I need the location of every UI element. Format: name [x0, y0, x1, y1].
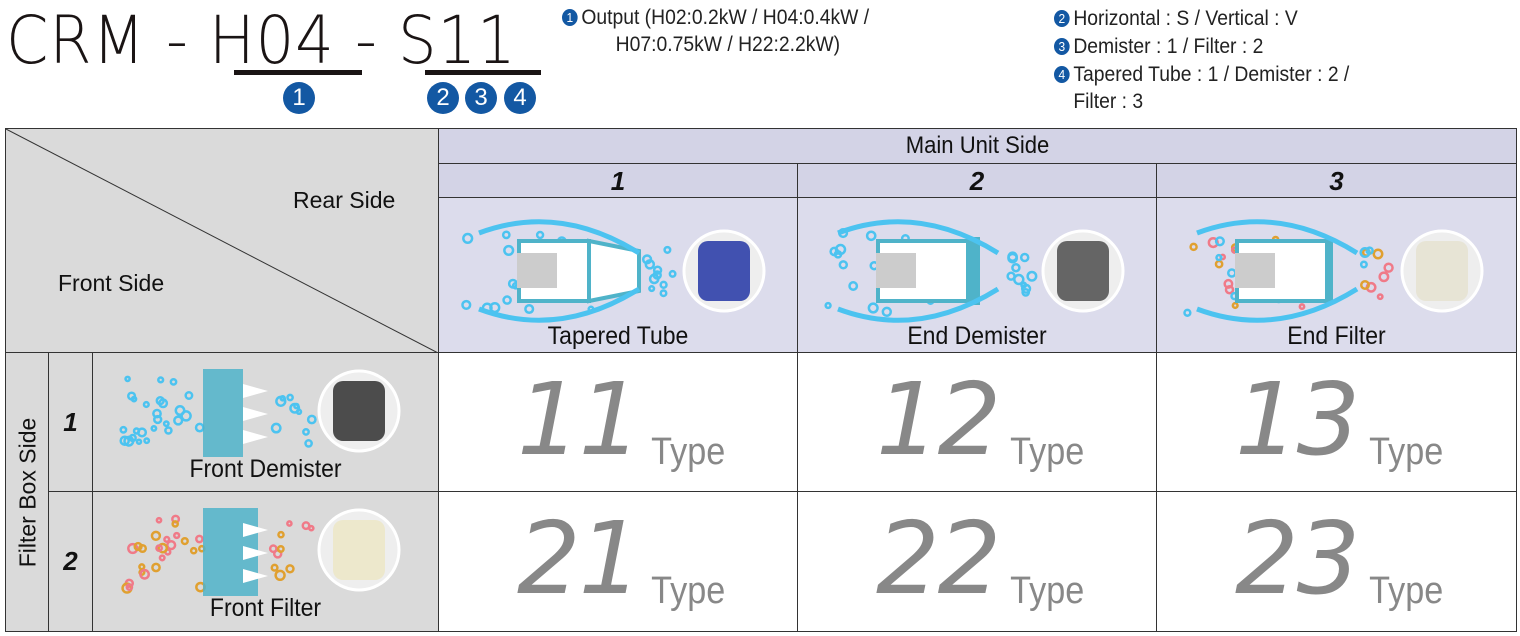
main-unit-col-2-number: 2	[797, 163, 1157, 198]
filter-box-row-1-illustration: Front Demister	[92, 352, 439, 492]
filter-box-row-2-number: 2	[48, 491, 93, 632]
corner-cell: Rear Side Front Side	[5, 128, 440, 354]
type-number: 12	[876, 361, 1001, 478]
badge-2: 2	[427, 82, 459, 114]
type-cell-22: 22 Type	[797, 491, 1157, 632]
type-number: 23	[1235, 500, 1360, 617]
model-prefix: CRM	[6, 2, 146, 79]
filter-box-side-header: Filter Box Side	[5, 352, 49, 632]
main-unit-side-header: Main Unit Side	[438, 128, 1517, 164]
type-label: Type	[651, 431, 726, 473]
note-text: Output (H02:0.2kW / H04:0.4kW / H07:0.75…	[581, 6, 870, 56]
type-label: Type	[1369, 431, 1444, 473]
type-label: Type	[1369, 570, 1444, 612]
type-cell-13: 13 Type	[1156, 352, 1517, 492]
row-number: 1	[63, 407, 78, 437]
filter-box-illustration	[119, 369, 401, 457]
type-number: 21	[517, 500, 642, 617]
output-code: H04	[209, 2, 335, 79]
column-number: 1	[610, 166, 626, 196]
front-side-label: Front Side	[58, 270, 165, 296]
type-cell-12: 12 Type	[797, 352, 1157, 492]
main-unit-illustration	[824, 219, 1125, 323]
note-text: Horizontal : S / Vertical : V	[1073, 7, 1298, 30]
main-unit-caption: End Filter	[1287, 322, 1386, 350]
type-cell-23: 23 Type	[1156, 491, 1517, 632]
model-code: CRM - H04 - S11	[6, 2, 517, 79]
filter-box-caption: Front Demister	[189, 455, 342, 483]
badge-icon: 2	[1054, 10, 1070, 27]
note-orientation: 2 Horizontal : S / Vertical : V	[1054, 5, 1298, 32]
type-number: 22	[876, 500, 1001, 617]
type-label: Type	[651, 570, 726, 612]
main-unit-col-3-number: 3	[1156, 163, 1517, 198]
main-unit-col-1-illustration: Tapered Tube	[438, 197, 798, 353]
header-text: Filter Box Side	[14, 417, 41, 568]
separator: -	[354, 2, 378, 79]
main-unit-illustration	[1183, 219, 1484, 323]
badge-icon: 4	[1054, 66, 1070, 83]
underline-spec	[425, 70, 541, 75]
badge-1: 1	[283, 82, 315, 114]
column-number: 2	[969, 166, 985, 196]
main-unit-caption: Tapered Tube	[547, 322, 689, 350]
type-label: Type	[1010, 431, 1085, 473]
badge-3: 3	[465, 82, 497, 114]
note-filter-box: 3 Demister : 1 / Filter : 2	[1054, 33, 1263, 60]
note-text: Demister : 1 / Filter : 2	[1073, 35, 1264, 58]
filter-box-row-1-number: 1	[48, 352, 93, 492]
type-cell-21: 21 Type	[438, 491, 798, 632]
underline-output	[234, 70, 362, 75]
filter-box-row-2-illustration: Front Filter	[92, 491, 439, 632]
badge-icon: 1	[562, 9, 578, 26]
main-unit-col-3-illustration: End Filter	[1156, 197, 1517, 353]
main-unit-col-1-number: 1	[438, 163, 798, 198]
rear-side-label: Rear Side	[293, 187, 396, 213]
type-number: 11	[517, 361, 642, 478]
note-output: 1 Output (H02:0.2kW / H04:0.4kW / H07:0.7…	[562, 4, 869, 58]
spec-code: S11	[398, 2, 517, 79]
main-unit-col-2-illustration: End Demister	[797, 197, 1157, 353]
filter-box-illustration	[121, 508, 401, 596]
badge-4: 4	[504, 82, 536, 114]
diagonal-line	[6, 129, 440, 354]
main-unit-caption: End Demister	[907, 322, 1047, 350]
column-number: 3	[1329, 166, 1344, 196]
row-number: 2	[63, 546, 78, 576]
type-number: 13	[1235, 361, 1360, 478]
main-unit-illustration	[461, 219, 766, 323]
separator: -	[165, 2, 189, 79]
note-main-unit: 4 Tapered Tube : 1 / Demister : 2 / Filte…	[1054, 61, 1349, 115]
filter-box-caption: Front Filter	[209, 594, 322, 622]
note-text: Tapered Tube : 1 / Demister : 2 / Filter…	[1073, 63, 1350, 113]
header-text: Main Unit Side	[905, 132, 1050, 159]
type-label: Type	[1010, 570, 1085, 612]
badge-icon: 3	[1054, 38, 1070, 55]
type-cell-11: 11 Type	[438, 352, 798, 492]
